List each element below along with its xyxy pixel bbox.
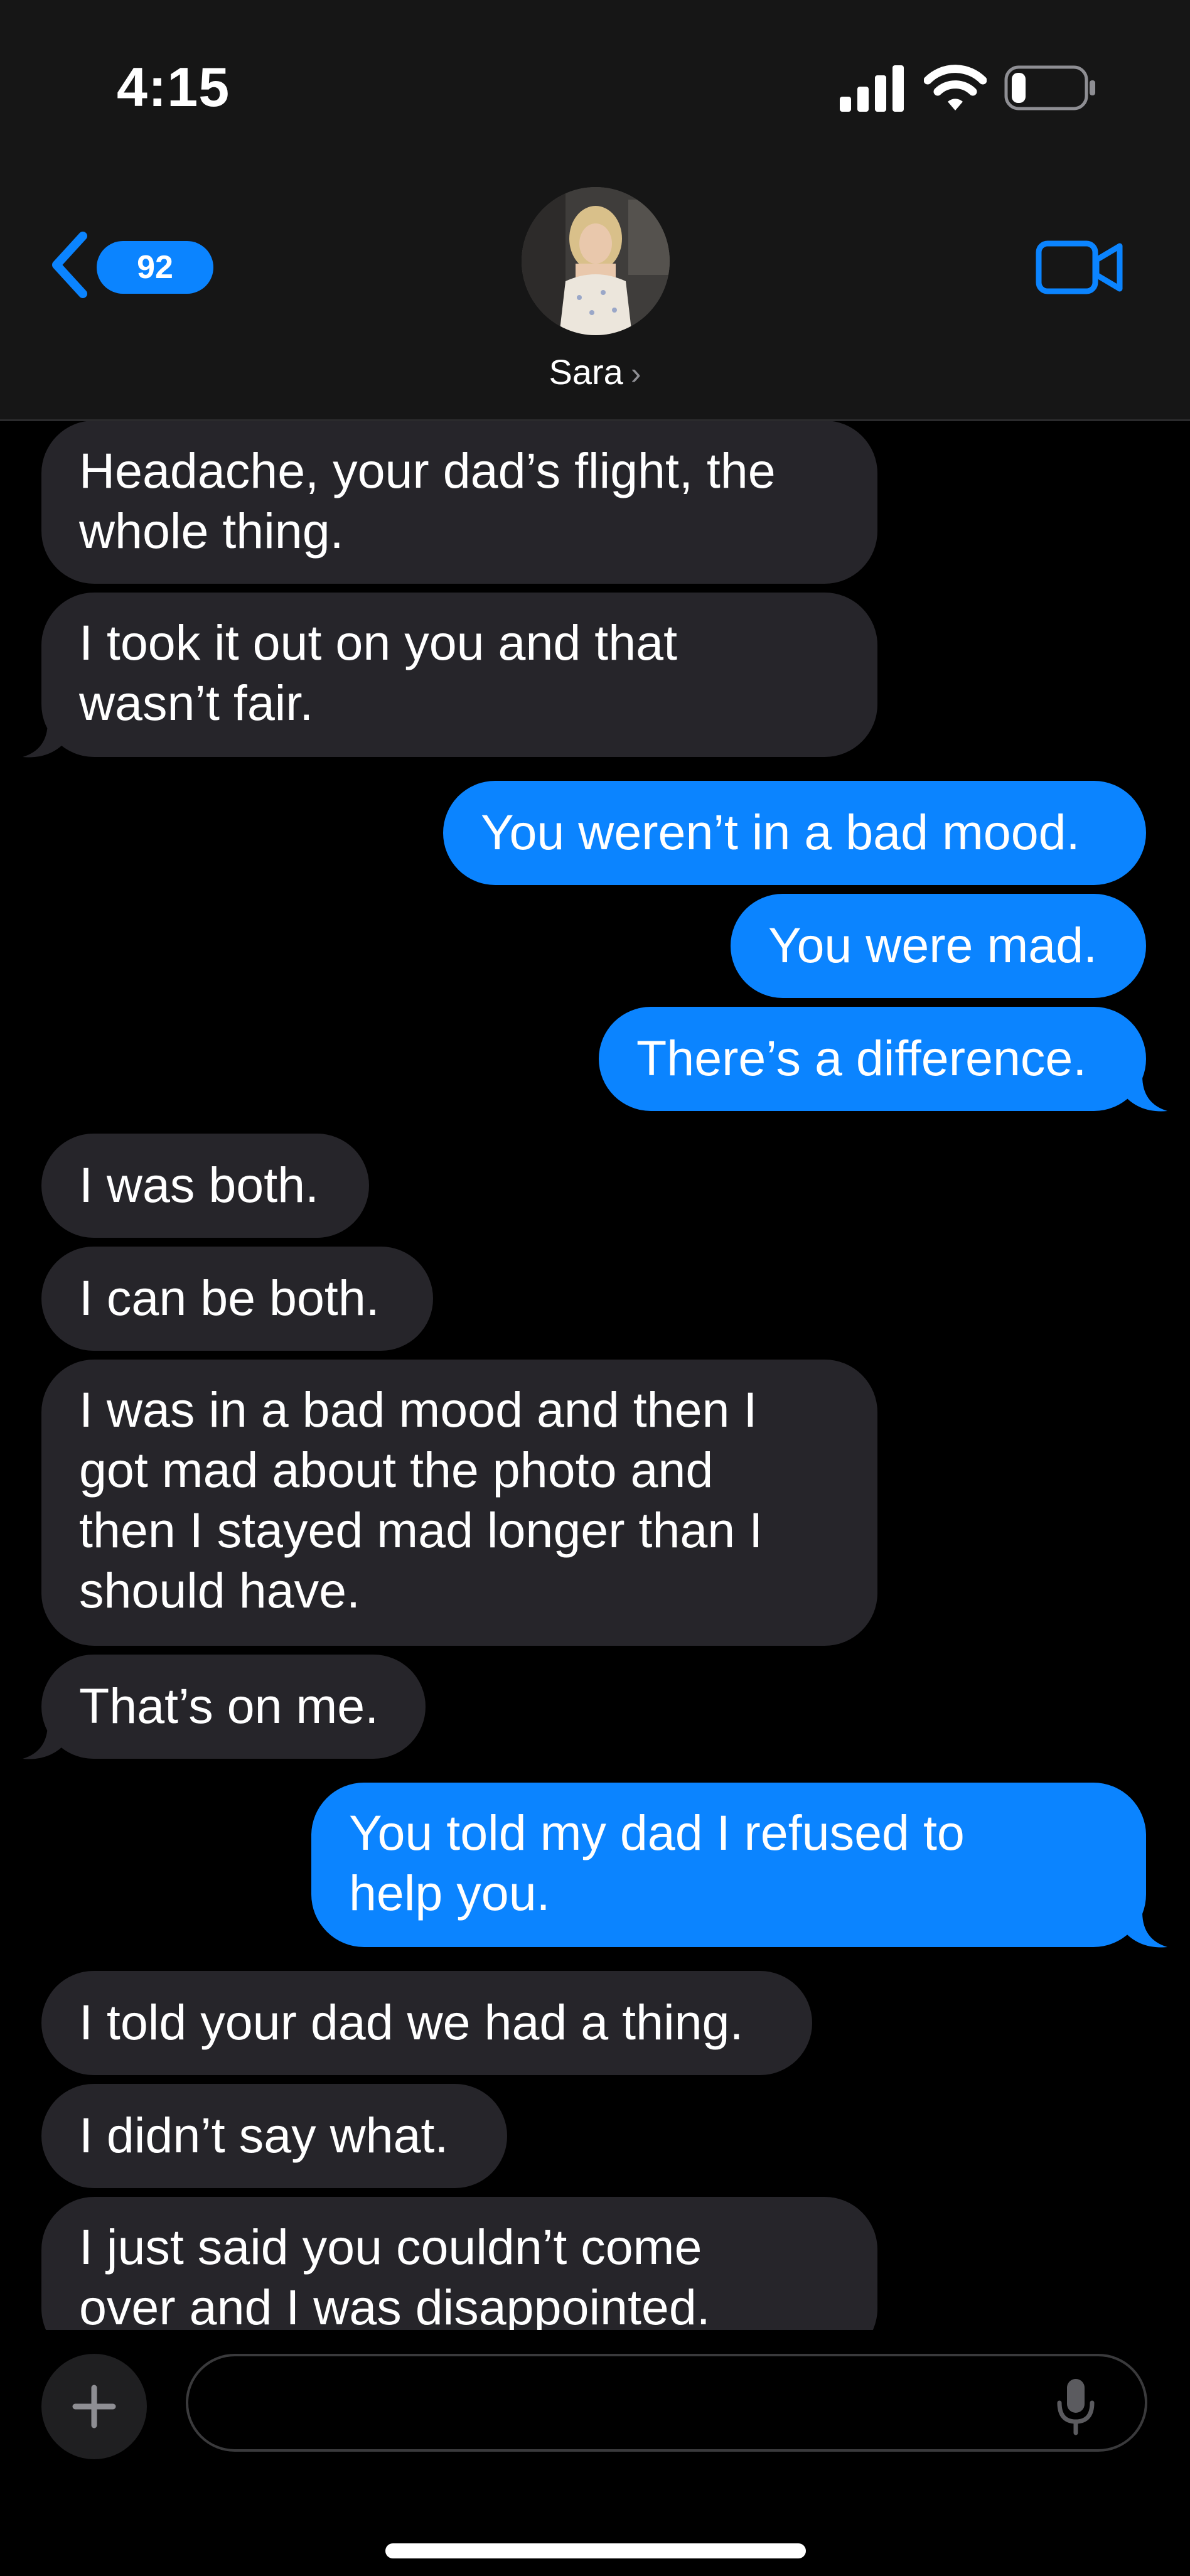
cellular-signal-icon [840,65,904,112]
bubble-tail [1123,1076,1167,1112]
message-input[interactable] [186,2354,1147,2452]
conversation-header: 4:15 92 Sara › [0,0,1190,421]
bubble-tail [1123,1912,1167,1948]
message-bubble-incoming[interactable]: I was in a bad mood and then I got mad a… [41,1360,877,1646]
message-bubble-incoming[interactable]: That’s on me. [41,1655,426,1759]
contact-avatar[interactable] [522,187,670,335]
message-bubble-incoming[interactable]: I can be both. [41,1247,433,1351]
chevron-left-icon [52,232,87,298]
message-thread[interactable]: Headache, your dad’s flight, the whole t… [0,421,1190,2330]
bubble-tail [23,1724,67,1759]
message-bubble-outgoing[interactable]: You were mad. [731,894,1146,998]
message-bubble-outgoing[interactable]: You told my dad I refused to help you. [311,1783,1146,1947]
plus-icon [72,2385,116,2428]
back-button[interactable]: 92 [48,227,213,303]
contact-name-link[interactable]: Sara › [0,352,1190,392]
home-indicator [385,2543,806,2558]
message-bubble-incoming[interactable]: I just said you couldn’t come over and I… [41,2197,877,2330]
battery-icon [1004,65,1095,110]
status-time: 4:15 [117,56,230,118]
message-bubble-outgoing[interactable]: You weren’t in a bad mood. [443,781,1146,885]
message-composer [0,2330,1190,2576]
message-bubble-incoming[interactable]: I told your dad we had a thing. [41,1971,812,2075]
unread-count-badge: 92 [97,241,213,294]
message-bubble-outgoing[interactable]: There’s a difference. [599,1007,1146,1111]
contact-name: Sara [549,352,623,392]
chevron-right-icon: › [630,356,641,391]
wifi-icon [924,65,987,110]
message-bubble-incoming[interactable]: I was both. [41,1134,369,1238]
avatar-image [522,187,670,335]
video-camera-icon[interactable] [1036,236,1123,299]
apps-plus-button[interactable] [41,2354,147,2459]
message-bubble-incoming[interactable]: Headache, your dad’s flight, the whole t… [41,421,877,584]
bubble-tail [23,722,67,758]
message-bubble-incoming[interactable]: I didn’t say what. [41,2084,507,2188]
microphone-icon[interactable] [1054,2376,1097,2437]
message-bubble-incoming[interactable]: I took it out on you and that wasn’t fai… [41,593,877,757]
